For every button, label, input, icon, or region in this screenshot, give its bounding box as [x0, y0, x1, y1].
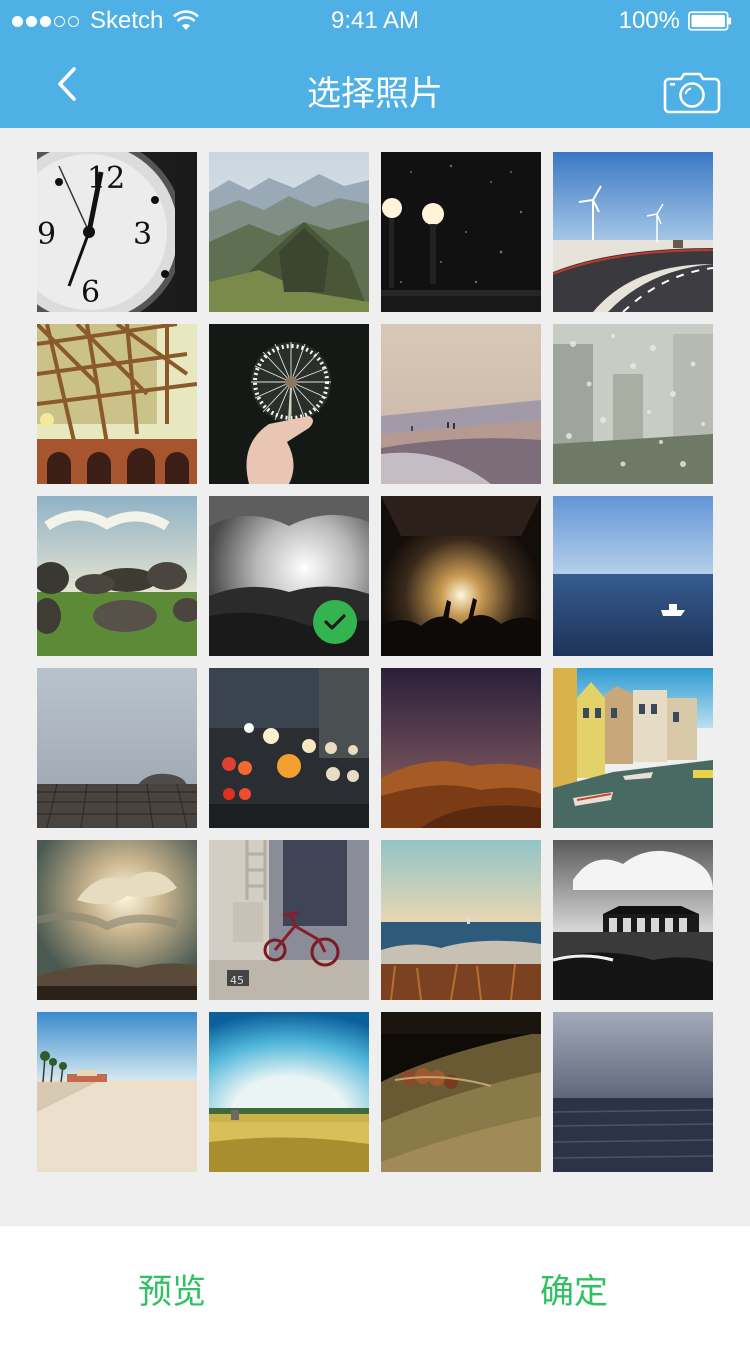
- confirm-button[interactable]: 确定: [540, 1264, 608, 1313]
- status-bar: Sketch 9:41 AM 100%: [0, 0, 750, 40]
- photo-thumbnail[interactable]: [381, 496, 541, 656]
- status-bar-right: 100%: [619, 6, 732, 36]
- page-title: 选择照片: [307, 74, 443, 114]
- photo-thumbnail[interactable]: [37, 840, 197, 1000]
- photo-thumbnail[interactable]: [553, 496, 713, 656]
- photo-thumbnail[interactable]: 45: [209, 840, 369, 1000]
- photo-thumbnail[interactable]: [37, 324, 197, 484]
- photo-thumbnail[interactable]: [553, 1012, 713, 1172]
- battery-percentage: 100%: [618, 7, 680, 34]
- photo-thumbnail[interactable]: [381, 324, 541, 484]
- bottom-action-bar: 预览 确定: [0, 1226, 750, 1345]
- svg-text:9: 9: [37, 217, 56, 252]
- svg-text:3: 3: [133, 217, 152, 252]
- preview-button[interactable]: 预览: [138, 1264, 206, 1313]
- photo-thumbnail[interactable]: [381, 152, 541, 312]
- svg-text:45: 45: [230, 974, 244, 987]
- photo-thumbnail[interactable]: [553, 668, 713, 828]
- photo-thumbnail[interactable]: [209, 152, 369, 312]
- checkmark-icon[interactable]: [313, 600, 357, 644]
- photo-thumbnail[interactable]: [209, 668, 369, 828]
- photo-thumbnail[interactable]: 12 3 6 9: [37, 152, 197, 312]
- photo-thumbnail[interactable]: [381, 840, 541, 1000]
- camera-icon[interactable]: [663, 70, 721, 114]
- photo-thumbnail[interactable]: [37, 1012, 197, 1172]
- photo-thumbnail[interactable]: [553, 152, 713, 312]
- photo-thumbnail[interactable]: [209, 1012, 369, 1172]
- photo-thumbnail[interactable]: [209, 324, 369, 484]
- photo-thumbnail[interactable]: [37, 496, 197, 656]
- photo-grid: 12 3 6 9 45: [37, 152, 713, 1172]
- navigation-bar: 选择照片: [0, 40, 750, 128]
- photo-thumbnail[interactable]: [553, 840, 713, 1000]
- photo-thumbnail[interactable]: [37, 668, 197, 828]
- photo-thumbnail[interactable]: [381, 668, 541, 828]
- photo-thumbnail-selected[interactable]: [209, 496, 369, 656]
- svg-text:6: 6: [81, 275, 100, 310]
- photo-thumbnail[interactable]: [381, 1012, 541, 1172]
- photo-thumbnail[interactable]: [553, 324, 713, 484]
- battery-icon: [688, 11, 732, 31]
- svg-text:12: 12: [87, 161, 125, 196]
